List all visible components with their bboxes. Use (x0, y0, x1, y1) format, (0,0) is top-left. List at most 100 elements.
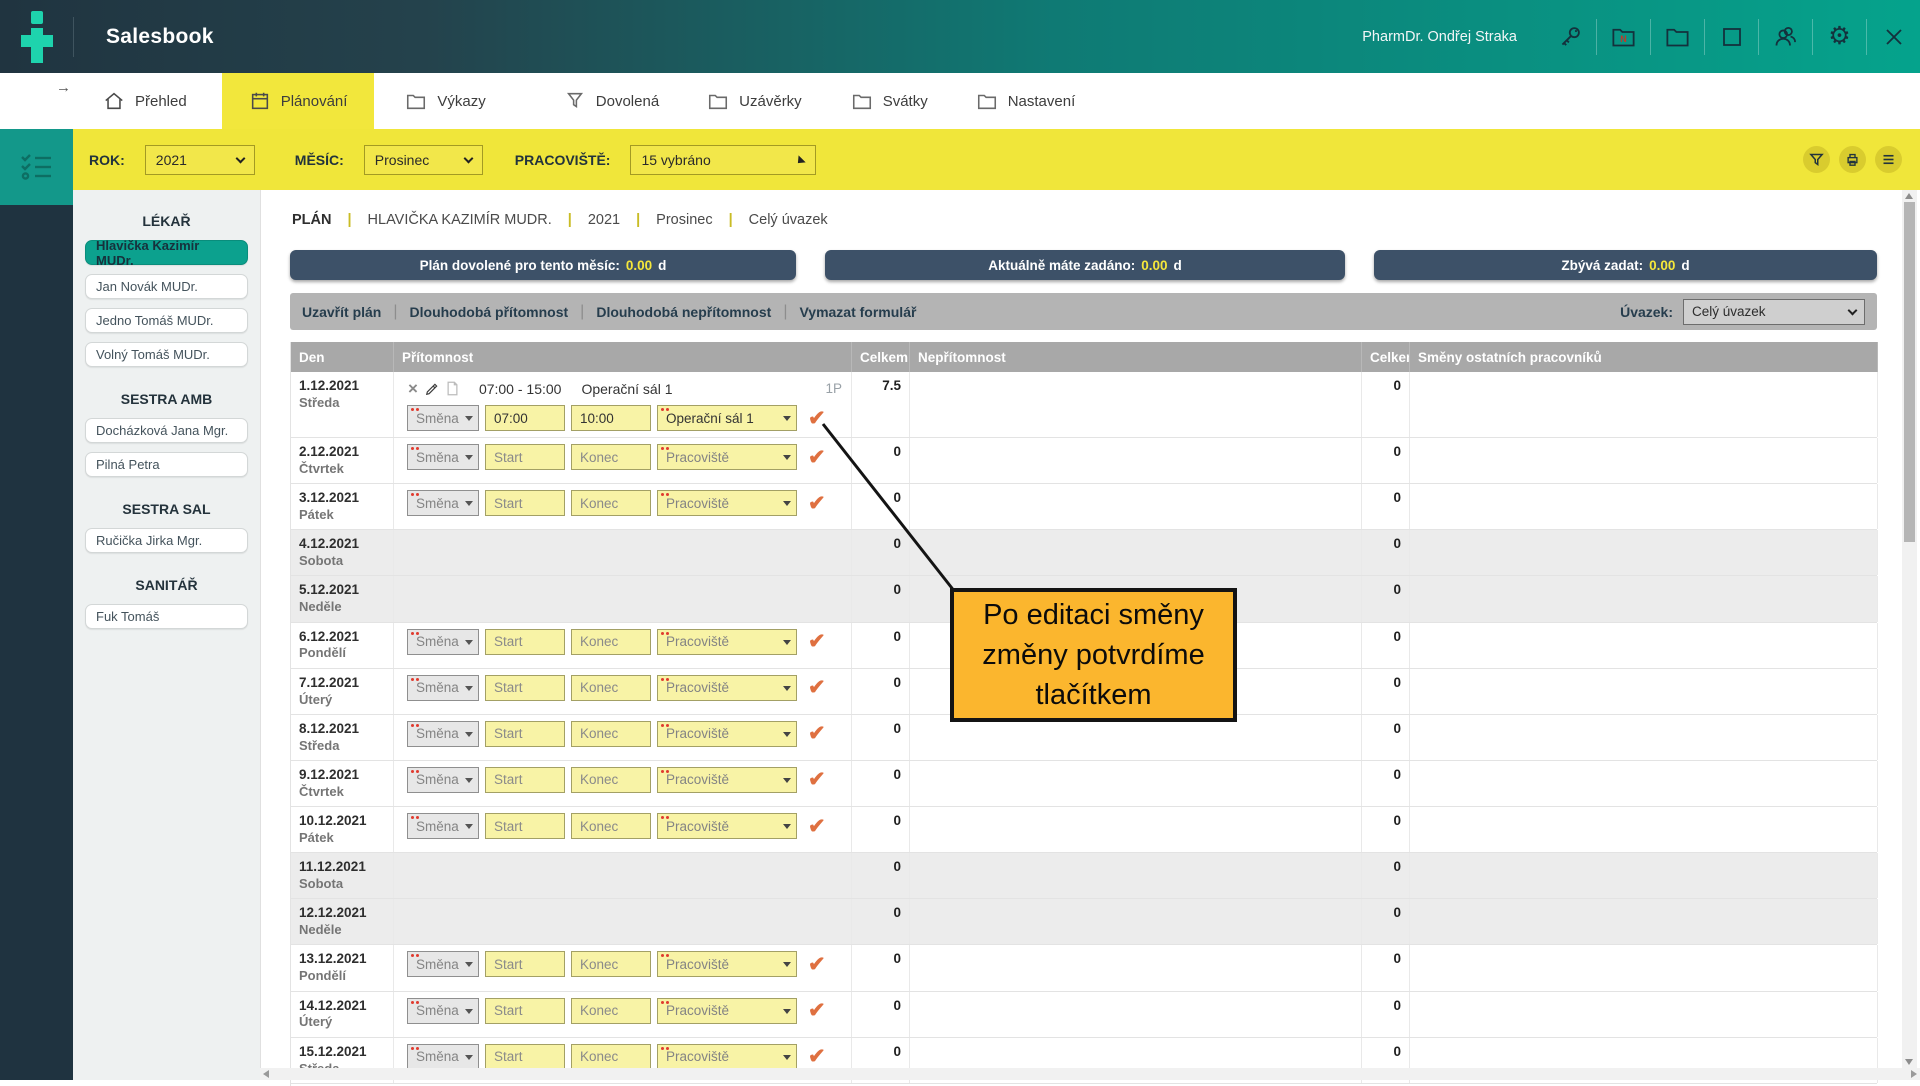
shift-type-select[interactable]: Směna (407, 951, 479, 977)
workplace-select[interactable]: Pracoviště (657, 951, 797, 977)
square-icon[interactable] (1705, 0, 1758, 73)
collapse-arrow-icon[interactable]: → (56, 79, 71, 96)
sidebar-item[interactable]: Jedno Tomáš MUDr. (85, 308, 248, 333)
shift-type-select[interactable]: Směna (407, 629, 479, 655)
uvazek-select[interactable]: Celý úvazek (1683, 299, 1865, 325)
key-icon[interactable] (1543, 0, 1596, 73)
start-input[interactable] (485, 405, 565, 431)
workplace-select[interactable]: Pracoviště (657, 1044, 797, 1070)
confirm-shift-button[interactable]: ✔ (808, 1000, 826, 1021)
shift-type-select[interactable]: Směna (407, 721, 479, 747)
sidebar-item[interactable]: Docházková Jana Mgr. (85, 418, 248, 443)
start-input[interactable] (485, 1044, 565, 1070)
workplace-select[interactable]: Pracoviště (657, 490, 797, 516)
sidebar-item[interactable]: Ručička Jirka Mgr. (85, 528, 248, 553)
breadcrumb-item[interactable]: 2021 (588, 212, 620, 228)
toolbar-action[interactable]: Dlouhodobá přítomnost (410, 304, 569, 320)
confirm-shift-button[interactable]: ✔ (808, 447, 826, 468)
shift-type-select[interactable]: Směna (407, 405, 479, 431)
scroll-left-arrow-icon[interactable] (263, 1070, 269, 1078)
copy-shift-icon[interactable] (446, 381, 459, 396)
workplace-select[interactable]: Pracoviště (657, 767, 797, 793)
tab-uzávěrky[interactable]: Uzávěrky (707, 73, 802, 129)
filter-field-select[interactable]: 15 vybráno (630, 145, 816, 175)
shift-type-select[interactable]: Směna (407, 767, 479, 793)
start-input[interactable] (485, 444, 565, 470)
end-input[interactable] (571, 675, 651, 701)
workplace-select[interactable]: Pracoviště (657, 998, 797, 1024)
start-input[interactable] (485, 675, 565, 701)
end-input[interactable] (571, 951, 651, 977)
filter-field-select[interactable]: Prosinec (364, 145, 483, 175)
confirm-shift-button[interactable]: ✔ (808, 677, 826, 698)
tab-přehled[interactable]: Přehled (103, 73, 187, 129)
end-input[interactable] (571, 490, 651, 516)
workplace-select[interactable]: Pracoviště (657, 444, 797, 470)
end-input[interactable] (571, 444, 651, 470)
end-input[interactable] (571, 998, 651, 1024)
sidebar-item[interactable]: Fuk Tomáš (85, 604, 248, 629)
start-input[interactable] (485, 490, 565, 516)
end-input[interactable] (571, 629, 651, 655)
workplace-select[interactable]: Pracoviště (657, 675, 797, 701)
shift-type-select[interactable]: Směna (407, 1044, 479, 1070)
workplace-select[interactable]: Pracoviště (657, 721, 797, 747)
gear-icon[interactable]: ⚙ (1813, 0, 1866, 73)
end-input[interactable] (571, 721, 651, 747)
sidebar-item[interactable]: Pilná Petra (85, 452, 248, 477)
workplace-select[interactable]: Pracoviště (657, 813, 797, 839)
filter-field-select[interactable]: 2021 (145, 145, 255, 175)
start-input[interactable] (485, 998, 565, 1024)
start-input[interactable] (485, 629, 565, 655)
shift-type-select[interactable]: Směna (407, 813, 479, 839)
end-input[interactable] (571, 1044, 651, 1070)
horizontal-scrollbar[interactable] (260, 1068, 1920, 1080)
app-logo[interactable] (0, 0, 73, 73)
confirm-shift-button[interactable]: ✔ (808, 723, 826, 744)
close-icon[interactable] (1867, 0, 1920, 73)
tab-nastavení[interactable]: Nastavení (976, 73, 1076, 129)
user-name[interactable]: PharmDr. Ondřej Straka (1362, 29, 1517, 45)
toolbar-action[interactable]: Vymazat formulář (799, 304, 916, 320)
edit-shift-icon[interactable] (425, 382, 439, 396)
confirm-shift-button[interactable]: ✔ (808, 954, 826, 975)
end-input[interactable] (571, 405, 651, 431)
menu-icon[interactable] (1875, 146, 1902, 173)
confirm-shift-button[interactable]: ✔ (808, 769, 826, 790)
workplace-select[interactable]: Pracoviště (657, 629, 797, 655)
tab-svátky[interactable]: Svátky (851, 73, 928, 129)
sidebar-item[interactable]: Hlavička Kazimír MUDr. (85, 240, 248, 265)
shift-type-select[interactable]: Směna (407, 675, 479, 701)
breadcrumb-item[interactable]: HLAVIČKA KAZIMÍR MUDR. (368, 212, 552, 228)
shift-type-select[interactable]: Směna (407, 490, 479, 516)
breadcrumb-item[interactable]: Celý úvazek (749, 212, 828, 228)
end-input[interactable] (571, 767, 651, 793)
start-input[interactable] (485, 813, 565, 839)
end-input[interactable] (571, 813, 651, 839)
print-icon[interactable] (1839, 146, 1866, 173)
vertical-scrollbar-thumb[interactable] (1904, 202, 1915, 542)
confirm-shift-button[interactable]: ✔ (808, 493, 826, 514)
sidebar-menu-toggle[interactable] (0, 129, 73, 205)
confirm-shift-button[interactable]: ✔ (808, 408, 826, 429)
users-icon[interactable] (1759, 0, 1812, 73)
scroll-up-arrow-icon[interactable] (1905, 193, 1913, 199)
filter-icon[interactable] (1803, 146, 1830, 173)
tab-plánování[interactable]: Plánování (222, 73, 375, 129)
scroll-down-arrow-icon[interactable] (1905, 1059, 1913, 1065)
sidebar-item[interactable]: Volný Tomáš MUDr. (85, 342, 248, 367)
folder-icon[interactable] (1651, 0, 1704, 73)
tab-dovolená[interactable]: Dovolená (564, 73, 659, 129)
shift-type-select[interactable]: Směna (407, 998, 479, 1024)
toolbar-action[interactable]: Uzavřít plán (302, 304, 381, 320)
delete-shift-icon[interactable]: × (408, 380, 418, 397)
scroll-right-arrow-icon[interactable] (1911, 1070, 1917, 1078)
start-input[interactable] (485, 951, 565, 977)
confirm-shift-button[interactable]: ✔ (808, 631, 826, 652)
sidebar-item[interactable]: Jan Novák MUDr. (85, 274, 248, 299)
workplace-select[interactable]: Operační sál 1 (657, 405, 797, 431)
confirm-shift-button[interactable]: ✔ (808, 816, 826, 837)
breadcrumb-item[interactable]: Prosinec (656, 212, 712, 228)
folder-n-icon[interactable]: N (1597, 0, 1650, 73)
tab-výkazy[interactable]: Výkazy (405, 73, 485, 129)
